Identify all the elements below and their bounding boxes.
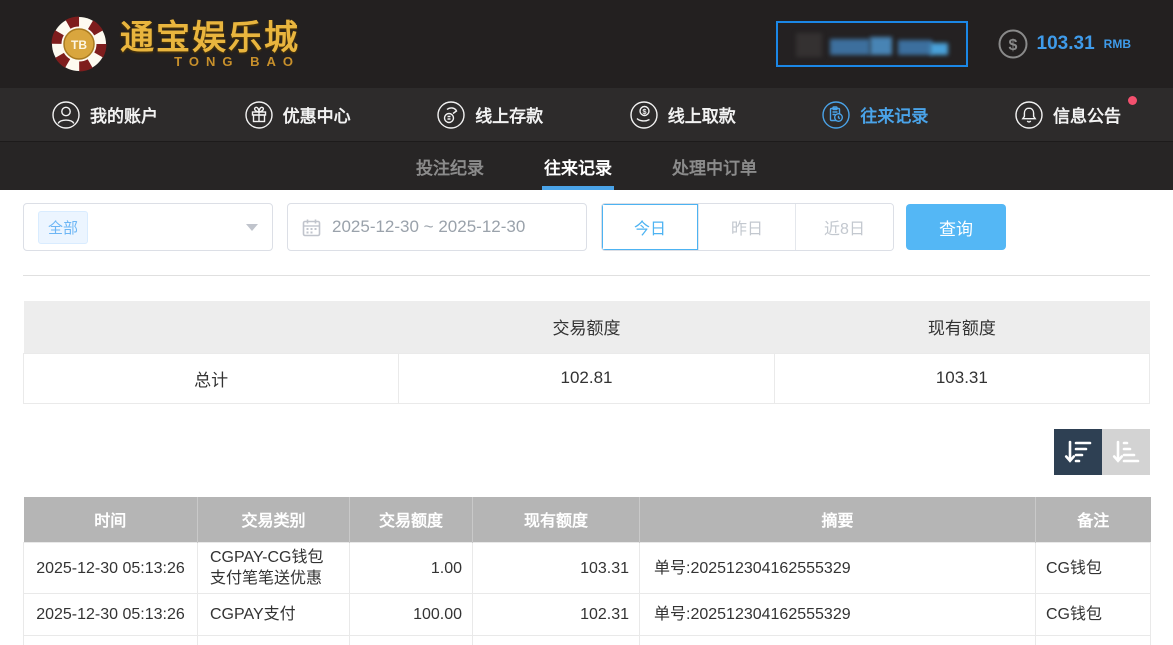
top-header: TB 通宝娱乐城 TONG BAO $ 103.31 RMB <box>0 0 1173 88</box>
tab-pending-orders[interactable]: 处理中订单 <box>642 142 787 190</box>
summary-header-row: 交易额度 现有额度 <box>24 301 1150 353</box>
nav-withdraw[interactable]: $ 线上取款 <box>630 101 736 129</box>
col-type: 交易类别 <box>198 497 350 543</box>
col-balance: 现有额度 <box>473 497 640 543</box>
logo-text: 通宝娱乐城 TONG BAO <box>120 20 300 69</box>
nav-transaction-records[interactable]: 往来记录 <box>822 101 928 129</box>
quick-yesterday-button[interactable]: 昨日 <box>699 204 796 250</box>
table-row: 2025-12-30 05:13:26 CGPAY-CG钱包支付笔笔送优惠 1.… <box>24 543 1151 594</box>
tab-transaction-records[interactable]: 往来记录 <box>514 142 642 190</box>
blur-block <box>870 37 892 55</box>
content-area: 全部 2025-12-30 ~ 2025-12-30 今日 昨日 近8日 查询 <box>0 203 1173 645</box>
summary-header-empty <box>24 301 399 353</box>
logo-title: 通宝娱乐城 <box>120 20 300 56</box>
site-logo[interactable]: TB 通宝娱乐城 TONG BAO <box>50 15 300 73</box>
cell-balance: 102.31 <box>473 594 640 636</box>
summary-table: 交易额度 现有额度 总计 102.81 103.31 <box>23 301 1150 404</box>
search-button[interactable]: 查询 <box>906 204 1006 250</box>
filter-row: 全部 2025-12-30 ~ 2025-12-30 今日 昨日 近8日 查询 <box>23 203 1150 251</box>
transaction-records-page: TB 通宝娱乐城 TONG BAO $ 103.31 RMB <box>0 0 1173 645</box>
nav-promotions[interactable]: 优惠中心 <box>245 101 351 129</box>
cell-type: CGPAY-CG钱包支付笔笔送优惠 <box>198 543 350 594</box>
balance-amount: 103.31 <box>1037 33 1095 55</box>
cell-note: CG钱包 <box>1036 594 1151 636</box>
summary-header-balance: 现有额度 <box>774 301 1149 353</box>
summary-total-label: 总计 <box>24 353 399 403</box>
nav-my-account[interactable]: 我的账户 <box>52 101 158 129</box>
gift-icon <box>245 101 273 129</box>
logo-subtitle: TONG BAO <box>120 54 300 69</box>
nav-label: 信息公告 <box>1053 102 1121 127</box>
header-right: $ 103.31 RMB <box>776 21 1131 67</box>
nav-announcements[interactable]: 信息公告 <box>1015 101 1121 129</box>
nav-label: 线上存款 <box>475 102 543 127</box>
summary-total-row: 总计 102.81 103.31 <box>24 353 1150 403</box>
col-summary: 摘要 <box>640 497 1036 543</box>
nav-label: 往来记录 <box>860 102 928 127</box>
col-amount: 交易额度 <box>350 497 473 543</box>
coin-icon: $ <box>998 29 1028 59</box>
date-range-input[interactable]: 2025-12-30 ~ 2025-12-30 <box>287 203 587 251</box>
balance-currency: RMB <box>1104 37 1131 51</box>
svg-text:TB: TB <box>71 38 87 52</box>
quick-today-button[interactable]: 今日 <box>602 204 699 250</box>
blur-block <box>830 39 870 55</box>
cell-balance: 103.31 <box>473 543 640 594</box>
cell-amount: 1.00 <box>350 543 473 594</box>
cell-note: CG钱包 <box>1036 543 1151 594</box>
main-nav: 我的账户 优惠中心 线上存款 $ 线上取款 往来记录 <box>0 88 1173 141</box>
summary-header-trade: 交易额度 <box>399 301 774 353</box>
user-icon <box>52 101 80 129</box>
username-redacted[interactable] <box>776 21 968 67</box>
withdraw-icon: $ <box>630 101 658 129</box>
summary-balance-total: 103.31 <box>774 353 1149 403</box>
nav-label: 我的账户 <box>90 102 158 127</box>
chevron-down-icon <box>246 224 258 231</box>
quick-range-group: 今日 昨日 近8日 <box>601 203 894 251</box>
table-row-clipped <box>24 636 1151 645</box>
notification-dot <box>1128 96 1137 105</box>
divider <box>23 275 1150 276</box>
cell-time: 2025-12-30 05:13:26 <box>24 594 198 636</box>
sort-ascending-button[interactable] <box>1102 429 1150 475</box>
bell-icon <box>1015 101 1043 129</box>
calendar-icon <box>302 218 321 237</box>
balance-display: $ 103.31 RMB <box>998 29 1131 59</box>
tab-betting-records[interactable]: 投注纪录 <box>386 142 514 190</box>
records-header-row: 时间 交易类别 交易额度 现有额度 摘要 备注 <box>24 497 1151 543</box>
type-selected-tag[interactable]: 全部 <box>38 211 88 244</box>
blur-block <box>930 43 948 55</box>
table-row: 2025-12-30 05:13:26 CGPAY支付 100.00 102.3… <box>24 594 1151 636</box>
sort-descending-icon <box>1064 439 1092 465</box>
sort-controls <box>23 429 1150 475</box>
blur-block <box>898 40 932 55</box>
nav-deposit[interactable]: 线上存款 <box>437 101 543 129</box>
record-subtabs: 投注纪录 往来记录 处理中订单 <box>0 141 1173 190</box>
cell-type: CGPAY支付 <box>198 594 350 636</box>
svg-text:$: $ <box>1008 37 1017 54</box>
date-range-value: 2025-12-30 ~ 2025-12-30 <box>332 217 525 237</box>
records-table: 时间 交易类别 交易额度 现有额度 摘要 备注 2025-12-30 05:13… <box>23 497 1151 645</box>
deposit-icon <box>437 101 465 129</box>
sort-descending-button[interactable] <box>1054 429 1102 475</box>
summary-trade-total: 102.81 <box>399 353 774 403</box>
cell-amount: 100.00 <box>350 594 473 636</box>
col-note: 备注 <box>1036 497 1151 543</box>
blur-block <box>796 33 822 57</box>
records-icon <box>822 101 850 129</box>
quick-last8days-button[interactable]: 近8日 <box>796 204 893 250</box>
cell-summary: 单号:202512304162555329 <box>640 594 1036 636</box>
nav-label: 优惠中心 <box>283 102 351 127</box>
casino-chip-icon: TB <box>50 15 108 73</box>
sort-ascending-icon <box>1112 439 1140 465</box>
col-time: 时间 <box>24 497 198 543</box>
nav-label: 线上取款 <box>668 102 736 127</box>
cell-time: 2025-12-30 05:13:26 <box>24 543 198 594</box>
type-select[interactable]: 全部 <box>23 203 273 251</box>
cell-summary: 单号:202512304162555329 <box>640 543 1036 594</box>
